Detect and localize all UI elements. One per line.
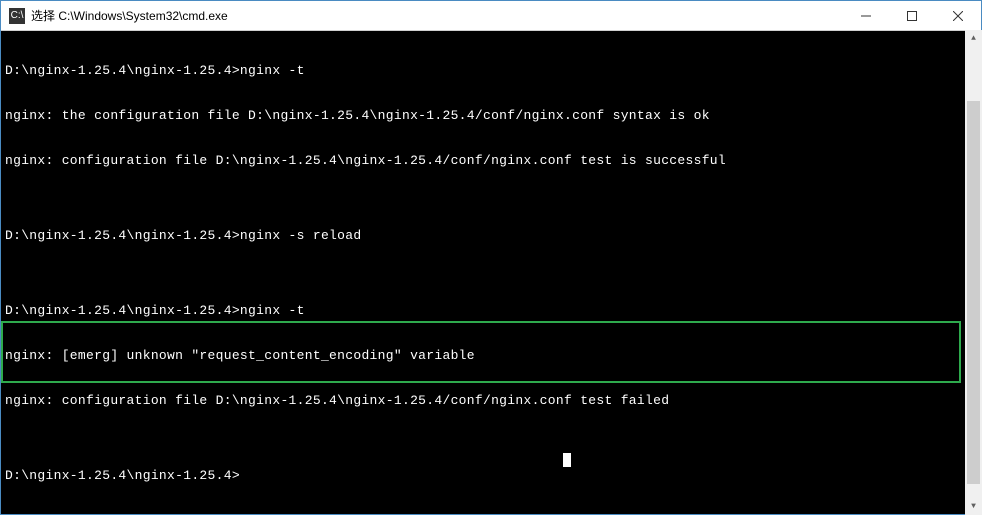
window-title: 选择 C:\Windows\System32\cmd.exe	[31, 7, 843, 24]
maximize-button[interactable]	[889, 1, 935, 30]
minimize-button[interactable]	[843, 1, 889, 30]
terminal-line: nginx: the configuration file D:\nginx-1…	[5, 108, 977, 123]
terminal-line: D:\nginx-1.25.4\nginx-1.25.4>	[5, 468, 977, 483]
scroll-down-arrow[interactable]: ▼	[965, 498, 982, 515]
scrollbar-track[interactable]	[965, 47, 982, 498]
window-controls	[843, 1, 981, 30]
cmd-icon: C:\	[9, 8, 25, 24]
cmd-window: C:\ 选择 C:\Windows\System32\cmd.exe D:\ng…	[0, 0, 982, 515]
text-cursor	[563, 453, 571, 467]
titlebar[interactable]: C:\ 选择 C:\Windows\System32\cmd.exe	[1, 1, 981, 31]
terminal-line: nginx: configuration file D:\nginx-1.25.…	[5, 153, 977, 168]
vertical-scrollbar[interactable]: ▲ ▼	[965, 30, 982, 515]
terminal-line: D:\nginx-1.25.4\nginx-1.25.4>nginx -t	[5, 303, 977, 318]
terminal-line: nginx: configuration file D:\nginx-1.25.…	[5, 393, 977, 408]
terminal-output[interactable]: D:\nginx-1.25.4\nginx-1.25.4>nginx -t ng…	[1, 31, 981, 514]
scroll-up-arrow[interactable]: ▲	[965, 30, 982, 47]
terminal-line: D:\nginx-1.25.4\nginx-1.25.4>nginx -t	[5, 63, 977, 78]
close-button[interactable]	[935, 1, 981, 30]
terminal-line: nginx: [emerg] unknown "request_content_…	[5, 348, 977, 363]
terminal-line: D:\nginx-1.25.4\nginx-1.25.4>nginx -s re…	[5, 228, 977, 243]
scrollbar-thumb[interactable]	[967, 101, 980, 484]
